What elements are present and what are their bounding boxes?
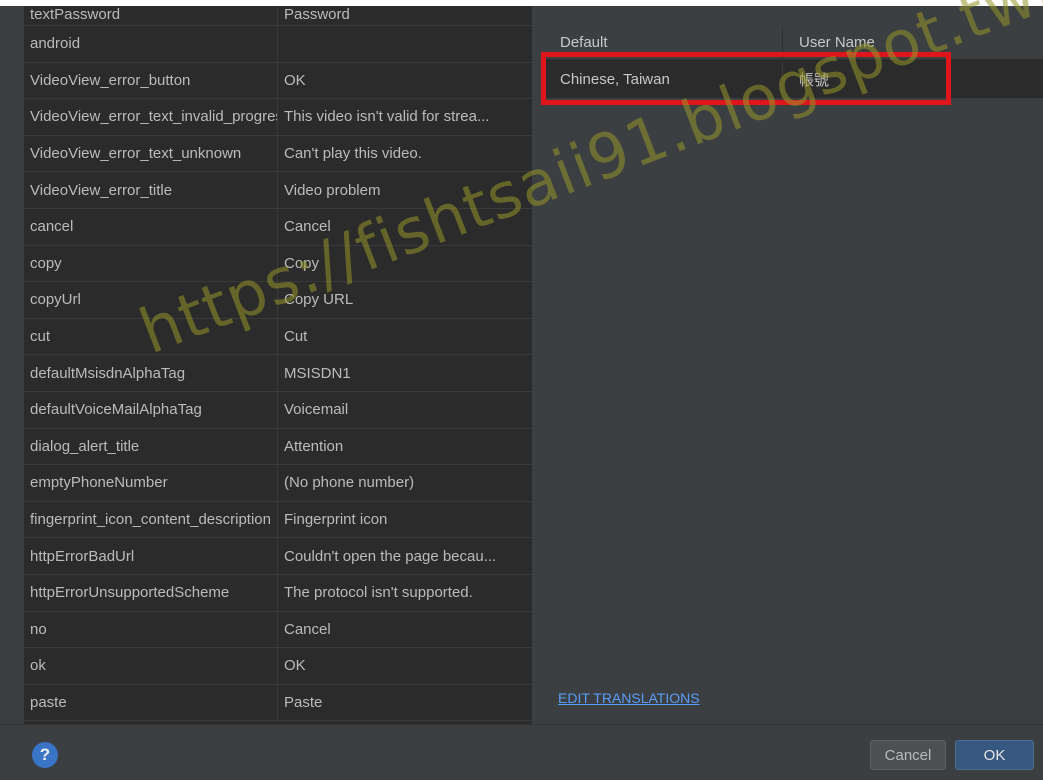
string-key-cell[interactable]: VideoView_error_title — [24, 172, 278, 208]
string-value-cell[interactable] — [278, 26, 532, 62]
string-key-cell[interactable]: copy — [24, 245, 278, 282]
string-key-cell[interactable]: VideoView_error_text_unknown — [24, 135, 278, 172]
strings-table: textPassword Password android VideoView_err… — [24, 6, 532, 724]
string-key-cell[interactable]: textPassword — [24, 6, 278, 25]
table-row[interactable]: VideoView_error_text_invalid_progress Thi… — [24, 99, 532, 136]
string-key-cell[interactable]: cut — [24, 318, 278, 355]
string-key-cell[interactable]: cancel — [24, 208, 278, 245]
edit-translations-link[interactable]: EDIT TRANSLATIONS — [558, 690, 700, 706]
header-user-name[interactable]: User Name — [783, 26, 1043, 59]
header-default[interactable]: Default — [542, 26, 783, 59]
table-row[interactable]: defaultMsisdnAlphaTag MSISDN1 — [24, 355, 532, 392]
string-key-cell[interactable]: emptyPhoneNumber — [24, 465, 278, 501]
help-icon[interactable]: ? — [32, 742, 58, 768]
string-key-cell[interactable]: httpErrorBadUrl — [24, 538, 278, 574]
string-value-cell[interactable]: Voicemail — [278, 392, 532, 428]
ok-button[interactable]: OK — [955, 740, 1034, 770]
translations-panel: Default User Name Chinese, Taiwan 帳號 — [532, 6, 1043, 724]
string-value-cell[interactable]: Couldn't open the page becau... — [278, 538, 532, 574]
cancel-button[interactable]: Cancel — [870, 740, 946, 770]
string-value-cell[interactable]: Fingerprint icon — [278, 502, 532, 538]
string-key-cell[interactable]: android — [24, 26, 278, 62]
string-value-cell[interactable]: Attention — [278, 429, 532, 465]
string-value-cell[interactable]: Cancel — [278, 209, 532, 245]
table-row[interactable]: dialog_alert_title Attention — [24, 428, 532, 466]
table-row[interactable]: textPassword Password — [24, 6, 532, 26]
table-row[interactable]: httpErrorUnsupportedScheme The protocol i… — [24, 574, 532, 612]
table-row[interactable]: fingerprint_icon_content_description Fing… — [24, 501, 532, 539]
string-key-cell[interactable]: dialog_alert_title — [24, 428, 278, 465]
table-row[interactable]: VideoView_error_text_unknown Can't play t… — [24, 135, 532, 173]
string-value-cell[interactable]: OK — [278, 648, 532, 684]
translation-locale[interactable]: Chinese, Taiwan — [542, 60, 783, 98]
string-key-cell[interactable]: no — [24, 611, 278, 648]
table-row[interactable]: cut Cut — [24, 318, 532, 356]
table-row[interactable]: android — [24, 26, 532, 63]
string-value-cell[interactable]: Copy — [278, 246, 532, 282]
string-key-cell[interactable]: httpErrorUnsupportedScheme — [24, 574, 278, 611]
translations-table: Default User Name Chinese, Taiwan 帳號 — [542, 26, 1043, 98]
string-value-cell[interactable]: Paste — [278, 685, 532, 721]
string-key-cell[interactable]: copyUrl — [24, 282, 278, 318]
table-row[interactable]: paste Paste — [24, 684, 532, 722]
translation-row[interactable]: Chinese, Taiwan 帳號 — [542, 60, 1043, 98]
table-row[interactable]: no Cancel — [24, 611, 532, 649]
dialog-button-bar: ? Cancel OK — [0, 724, 1043, 780]
table-row[interactable]: ok OK — [24, 648, 532, 685]
string-value-cell[interactable]: The protocol isn't supported. — [278, 575, 532, 611]
string-value-cell[interactable]: (No phone number) — [278, 465, 532, 501]
string-key-cell[interactable]: defaultMsisdnAlphaTag — [24, 355, 278, 391]
string-key-cell[interactable]: VideoView_error_button — [24, 62, 278, 99]
table-row[interactable]: VideoView_error_title Video problem — [24, 172, 532, 209]
string-value-cell[interactable]: Can't play this video. — [278, 136, 532, 172]
translation-value[interactable]: 帳號 — [783, 60, 1043, 98]
string-value-cell[interactable]: This video isn't valid for strea... — [278, 99, 532, 135]
string-value-cell[interactable]: Copy URL — [278, 282, 532, 318]
string-value-cell[interactable]: Password — [278, 6, 532, 25]
table-row[interactable]: defaultVoiceMailAlphaTag Voicemail — [24, 391, 532, 429]
string-key-cell[interactable]: VideoView_error_text_invalid_progress — [24, 99, 278, 135]
string-key-cell[interactable]: paste — [24, 684, 278, 721]
string-key-cell[interactable]: ok — [24, 648, 278, 684]
table-row[interactable]: httpErrorBadUrl Couldn't open the page be… — [24, 538, 532, 575]
string-value-cell[interactable]: Cancel — [278, 612, 532, 648]
table-row[interactable]: emptyPhoneNumber (No phone number) — [24, 465, 532, 502]
string-value-cell[interactable]: OK — [278, 63, 532, 99]
string-value-cell[interactable]: Video problem — [278, 172, 532, 208]
string-key-cell[interactable]: fingerprint_icon_content_description — [24, 501, 278, 538]
table-row[interactable]: copy Copy — [24, 245, 532, 283]
string-value-cell[interactable]: MSISDN1 — [278, 355, 532, 391]
translations-header: Default User Name — [542, 26, 1043, 60]
table-row[interactable]: VideoView_error_button OK — [24, 62, 532, 100]
string-value-cell[interactable]: Cut — [278, 319, 532, 355]
table-row[interactable]: copyUrl Copy URL — [24, 282, 532, 319]
table-row[interactable]: cancel Cancel — [24, 208, 532, 246]
string-key-cell[interactable]: defaultVoiceMailAlphaTag — [24, 391, 278, 428]
translation-dialog: textPassword Password android VideoView_err… — [0, 0, 1043, 780]
